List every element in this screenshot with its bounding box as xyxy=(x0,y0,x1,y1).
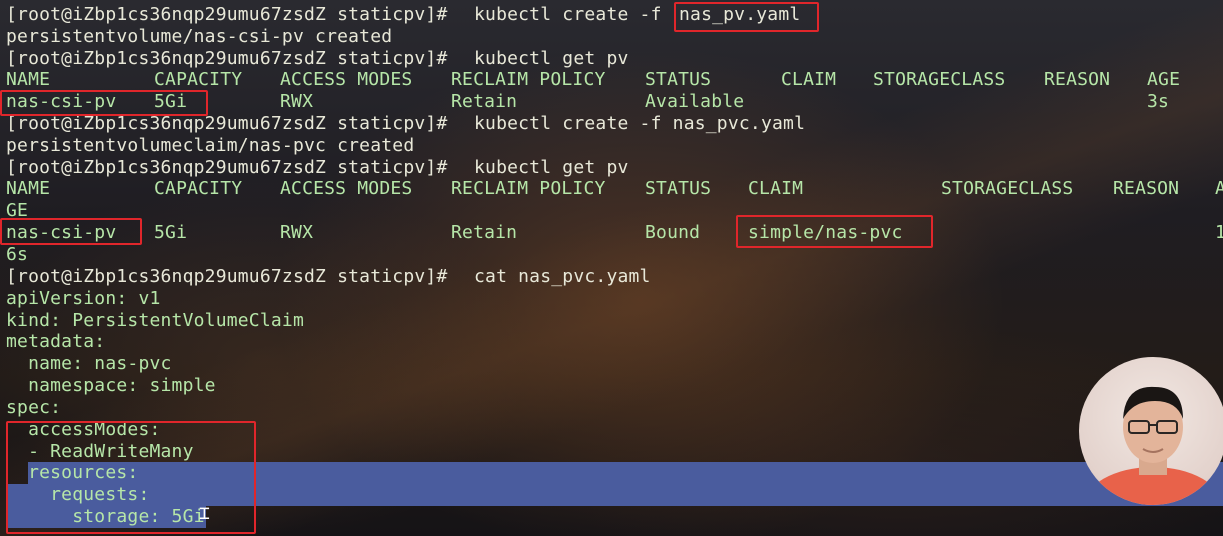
terminal-line-prompt: [root@iZbp1cs36nqp29umu67zsdZ staticpv]#… xyxy=(6,113,805,135)
column-header: STORAGECLASS xyxy=(941,178,1074,199)
command-text: kubectl get pv xyxy=(474,157,629,178)
shell-prompt: [root@iZbp1cs36nqp29umu67zsdZ staticpv]# xyxy=(6,48,448,69)
column-header: AGE xyxy=(1147,69,1181,90)
terminal-line-prompt: [root@iZbp1cs36nqp29umu67zsdZ staticpv]#… xyxy=(6,266,650,288)
terminal-line-output: 6s xyxy=(6,244,29,265)
terminal-line-output: persistentvolumeclaim/nas-pvc created xyxy=(6,135,415,156)
table-cell: 5Gi xyxy=(154,222,188,243)
shell-prompt: [root@iZbp1cs36nqp29umu67zsdZ staticpv]# xyxy=(6,113,448,134)
yaml-line: metadata: xyxy=(6,331,106,352)
terminal-window[interactable]: [root@iZbp1cs36nqp29umu67zsdZ staticpv]#… xyxy=(0,0,1223,536)
column-header: NAME xyxy=(6,178,51,199)
presenter-avatar xyxy=(1083,386,1223,505)
column-header: CAPACITY xyxy=(154,69,243,90)
table-cell: Retain xyxy=(451,222,518,243)
terminal-line-output: persistentvolume/nas-csi-pv created xyxy=(6,26,393,47)
column-header: A xyxy=(1215,178,1223,199)
table-cell: RWX xyxy=(280,222,314,243)
yaml-line: spec: xyxy=(6,397,62,418)
table-header-row: NAME CAPACITY ACCESS MODES RECLAIM POLIC… xyxy=(6,178,1223,200)
table-header-row: NAME CAPACITY ACCESS MODES RECLAIM POLIC… xyxy=(6,69,1180,91)
shell-prompt: [root@iZbp1cs36nqp29umu67zsdZ staticpv]# xyxy=(6,4,448,25)
column-header: NAME xyxy=(6,69,51,90)
terminal-line-prompt: [root@iZbp1cs36nqp29umu67zsdZ staticpv]#… xyxy=(6,48,628,70)
annotation-box xyxy=(6,421,256,534)
column-header: RECLAIM POLICY xyxy=(451,69,606,90)
command-text: kubectl create -f xyxy=(474,4,662,25)
column-header: STATUS xyxy=(645,69,712,90)
shell-prompt: [root@iZbp1cs36nqp29umu67zsdZ staticpv]# xyxy=(6,266,448,287)
terminal-line-prompt: [root@iZbp1cs36nqp29umu67zsdZ staticpv]#… xyxy=(6,4,800,26)
yaml-line: name: nas-pvc xyxy=(6,353,172,374)
table-cell: RWX xyxy=(280,91,314,112)
annotation-box xyxy=(674,2,819,32)
table-cell: 1 xyxy=(1215,222,1223,243)
terminal-line-prompt: [root@iZbp1cs36nqp29umu67zsdZ staticpv]#… xyxy=(6,157,628,179)
column-header: STATUS xyxy=(645,178,712,199)
column-header: STORAGECLASS xyxy=(873,69,1006,90)
command-text: kubectl get pv xyxy=(474,48,629,69)
column-header: CAPACITY xyxy=(154,178,243,199)
yaml-line: namespace: simple xyxy=(6,375,216,396)
yaml-line: kind: PersistentVolumeClaim xyxy=(6,310,304,331)
column-header: ACCESS MODES xyxy=(280,178,413,199)
table-cell: Retain xyxy=(451,91,518,112)
table-cell: Bound xyxy=(645,222,701,243)
table-cell: Available xyxy=(645,91,745,112)
yaml-line: apiVersion: v1 xyxy=(6,288,161,309)
column-header: CLAIM xyxy=(781,69,837,90)
column-header: CLAIM xyxy=(748,178,804,199)
annotation-box xyxy=(0,218,142,245)
column-header: ACCESS MODES xyxy=(280,69,413,90)
column-header: REASON xyxy=(1113,178,1180,199)
command-text: kubectl create -f nas_pvc.yaml xyxy=(474,113,806,134)
column-header: REASON xyxy=(1044,69,1111,90)
command-text: cat nas_pvc.yaml xyxy=(474,266,651,287)
annotation-box xyxy=(736,215,933,248)
shell-prompt: [root@iZbp1cs36nqp29umu67zsdZ staticpv]# xyxy=(6,157,448,178)
column-header: RECLAIM POLICY xyxy=(451,178,606,199)
presenter-webcam-icon xyxy=(1079,357,1223,505)
annotation-box xyxy=(0,90,208,116)
table-cell: 3s xyxy=(1147,91,1170,112)
